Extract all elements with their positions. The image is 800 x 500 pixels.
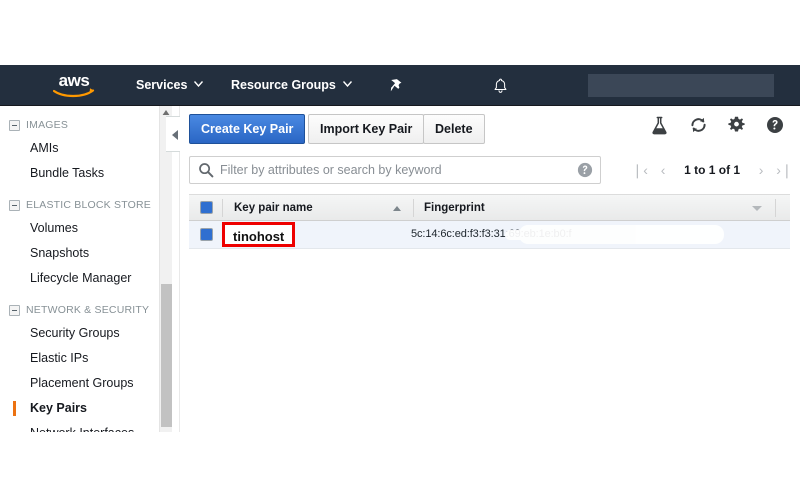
- refresh-icon[interactable]: [681, 116, 715, 139]
- sidebar-item-security-groups-label: Security Groups: [30, 326, 120, 340]
- key-pairs-content-panel: Create Key Pair Import Key Pair Delete F…: [180, 106, 800, 432]
- chevron-down-icon: [342, 63, 352, 104]
- column-options-caret-icon[interactable]: [752, 206, 762, 211]
- sidebar-group-images[interactable]: IMAGES: [0, 115, 158, 136]
- sidebar-item-network-interfaces-label: Network Interfaces: [30, 426, 134, 432]
- sidebar-group-network-and-security[interactable]: NETWORK & SECURITY: [0, 300, 158, 321]
- sidebar-item-key-pairs-label: Key Pairs: [30, 401, 87, 415]
- filter-help-icon[interactable]: [577, 162, 593, 178]
- sidebar-scrollbar[interactable]: [159, 106, 172, 432]
- key-pairs-toolbar: Create Key Pair Import Key Pair Delete: [180, 114, 800, 146]
- table-header-row: Key pair name Fingerprint: [189, 194, 790, 221]
- collapse-minus-icon: [9, 200, 20, 211]
- collapse-minus-icon: [9, 305, 20, 316]
- aws-smile-icon: [53, 88, 95, 98]
- sidebar-item-security-groups[interactable]: Security Groups: [0, 321, 158, 346]
- toolbar-icon-group: [643, 116, 792, 142]
- sidebar-scrollbar-thumb[interactable]: [161, 284, 172, 427]
- header-divider: [222, 199, 223, 217]
- sidebar-item-network-interfaces[interactable]: Network Interfaces: [0, 421, 158, 432]
- sidebar-item-bundle-tasks-label: Bundle Tasks: [30, 166, 105, 180]
- nav-item-resource-groups-label: Resource Groups: [231, 78, 336, 92]
- sidebar-item-key-pairs[interactable]: Key Pairs: [0, 396, 158, 421]
- sidebar-item-elastic-ips[interactable]: Elastic IPs: [0, 346, 158, 371]
- sidebar-item-lifecycle-manager-label: Lifecycle Manager: [30, 271, 132, 285]
- gear-icon[interactable]: [720, 116, 754, 138]
- pagination: ❘‹ ‹ 1 to 1 of 1 › ›❘: [630, 156, 794, 184]
- aws-logo[interactable]: aws: [50, 72, 98, 99]
- sort-ascending-icon: [393, 206, 401, 211]
- import-key-pair-button[interactable]: Import Key Pair: [308, 114, 425, 144]
- sidebar-item-elastic-ips-label: Elastic IPs: [30, 351, 89, 365]
- key-pair-name-annotation[interactable]: tinohost: [222, 222, 296, 247]
- key-pairs-table: Key pair name Fingerprint tinohost 5c:14…: [189, 194, 790, 249]
- sidebar-item-volumes[interactable]: Volumes: [0, 216, 158, 241]
- help-icon[interactable]: [758, 116, 792, 139]
- sidebar-item-snapshots[interactable]: Snapshots: [0, 241, 158, 266]
- pagination-last-button[interactable]: ›❘: [775, 156, 794, 184]
- column-header-fingerprint[interactable]: Fingerprint: [424, 195, 485, 221]
- filter-row: Filter by attributes or search by keywor…: [180, 156, 800, 186]
- header-divider: [413, 199, 414, 217]
- collapse-minus-icon: [9, 120, 20, 131]
- sidebar-item-placement-groups[interactable]: Placement Groups: [0, 371, 158, 396]
- chevron-down-icon: [194, 63, 204, 104]
- sidebar-group-images-label: IMAGES: [26, 119, 69, 131]
- sidebar-item-amis-label: AMIs: [30, 141, 59, 155]
- chevron-left-icon: [172, 130, 178, 140]
- key-pair-name-value: tinohost: [233, 229, 285, 244]
- delete-button[interactable]: Delete: [423, 114, 485, 144]
- nav-item-resource-groups[interactable]: Resource Groups: [231, 65, 352, 106]
- sidebar-item-placement-groups-label: Placement Groups: [30, 376, 134, 390]
- sidebar-item-volumes-label: Volumes: [30, 221, 78, 235]
- aws-console-navbar: aws Services Resource Groups: [0, 65, 800, 106]
- search-input[interactable]: Filter by attributes or search by keywor…: [189, 156, 601, 184]
- account-menu-region[interactable]: [588, 74, 774, 97]
- sidebar-group-elastic-block-store-label: ELASTIC BLOCK STORE: [26, 199, 151, 211]
- fingerprint-redaction-smudge: [505, 225, 724, 244]
- pagination-prev-button[interactable]: ‹: [654, 156, 673, 184]
- column-header-key-pair-name-label: Key pair name: [234, 202, 313, 214]
- pin-icon[interactable]: [388, 65, 403, 106]
- aws-ec2-key-pairs-page: aws Services Resource Groups IMAGES AMIs…: [0, 0, 800, 500]
- nav-item-services[interactable]: Services: [136, 63, 204, 106]
- search-input-placeholder: Filter by attributes or search by keywor…: [220, 163, 442, 177]
- flask-icon[interactable]: [643, 116, 677, 140]
- table-row[interactable]: tinohost 5c:14:6c:ed:f3:f3:31:69:eb:1e:b…: [189, 221, 790, 249]
- column-header-fingerprint-label: Fingerprint: [424, 202, 485, 214]
- header-divider: [775, 199, 776, 217]
- sidebar-item-bundle-tasks[interactable]: Bundle Tasks: [0, 161, 158, 186]
- pagination-next-button[interactable]: ›: [752, 156, 771, 184]
- row-select-checkbox[interactable]: [200, 228, 213, 241]
- pagination-first-button[interactable]: ❘‹: [630, 156, 649, 184]
- page-top-whitespace: [0, 0, 800, 65]
- sidebar-item-amis[interactable]: AMIs: [0, 136, 158, 161]
- sidebar-item-lifecycle-manager[interactable]: Lifecycle Manager: [0, 266, 158, 291]
- ec2-sidebar-nav: IMAGES AMIs Bundle Tasks ELASTIC BLOCK S…: [0, 106, 158, 432]
- bell-icon[interactable]: [493, 65, 508, 106]
- sidebar-group-network-and-security-label: NETWORK & SECURITY: [26, 304, 150, 316]
- nav-item-services-label: Services: [136, 78, 188, 92]
- pagination-range-label: 1 to 1 of 1: [684, 163, 741, 177]
- sidebar-item-snapshots-label: Snapshots: [30, 246, 90, 260]
- search-icon: [199, 163, 214, 178]
- select-all-checkbox[interactable]: [200, 201, 213, 214]
- column-header-key-pair-name[interactable]: Key pair name: [234, 195, 313, 221]
- create-key-pair-button[interactable]: Create Key Pair: [189, 114, 306, 144]
- sidebar-group-elastic-block-store[interactable]: ELASTIC BLOCK STORE: [0, 195, 158, 216]
